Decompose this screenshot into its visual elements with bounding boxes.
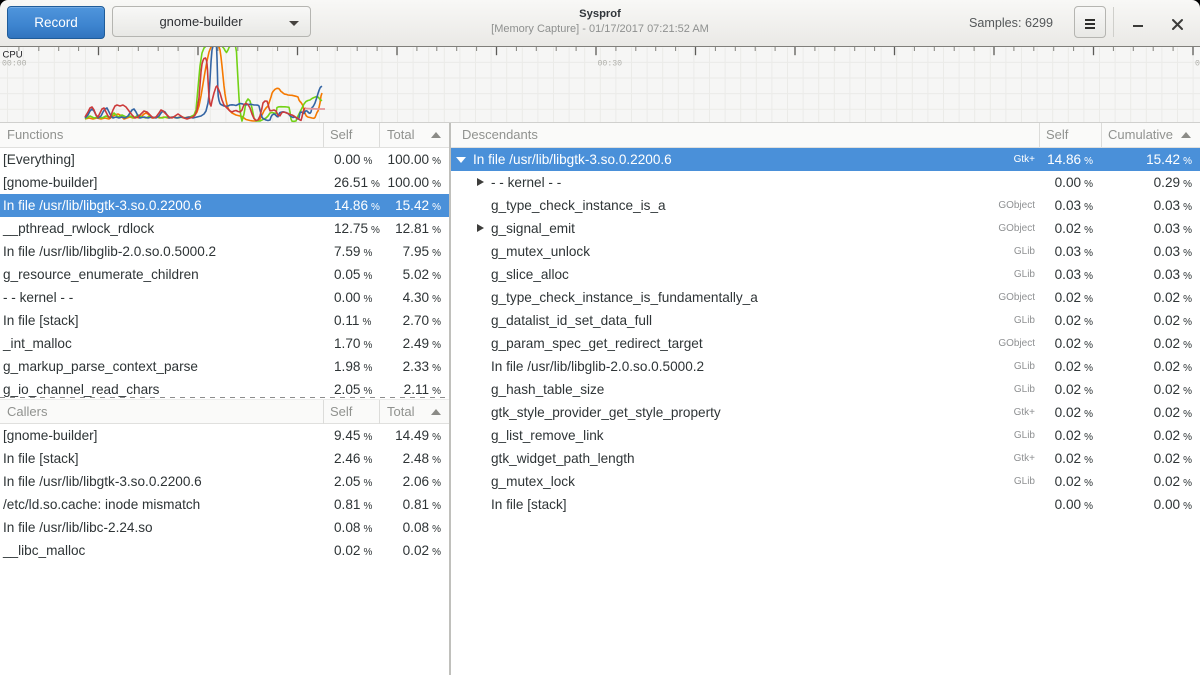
svg-text:00:00: 00:00 xyxy=(2,60,27,69)
svg-text:00:30: 00:30 xyxy=(598,60,623,69)
svg-text:01:00: 01:00 xyxy=(1195,60,1200,69)
